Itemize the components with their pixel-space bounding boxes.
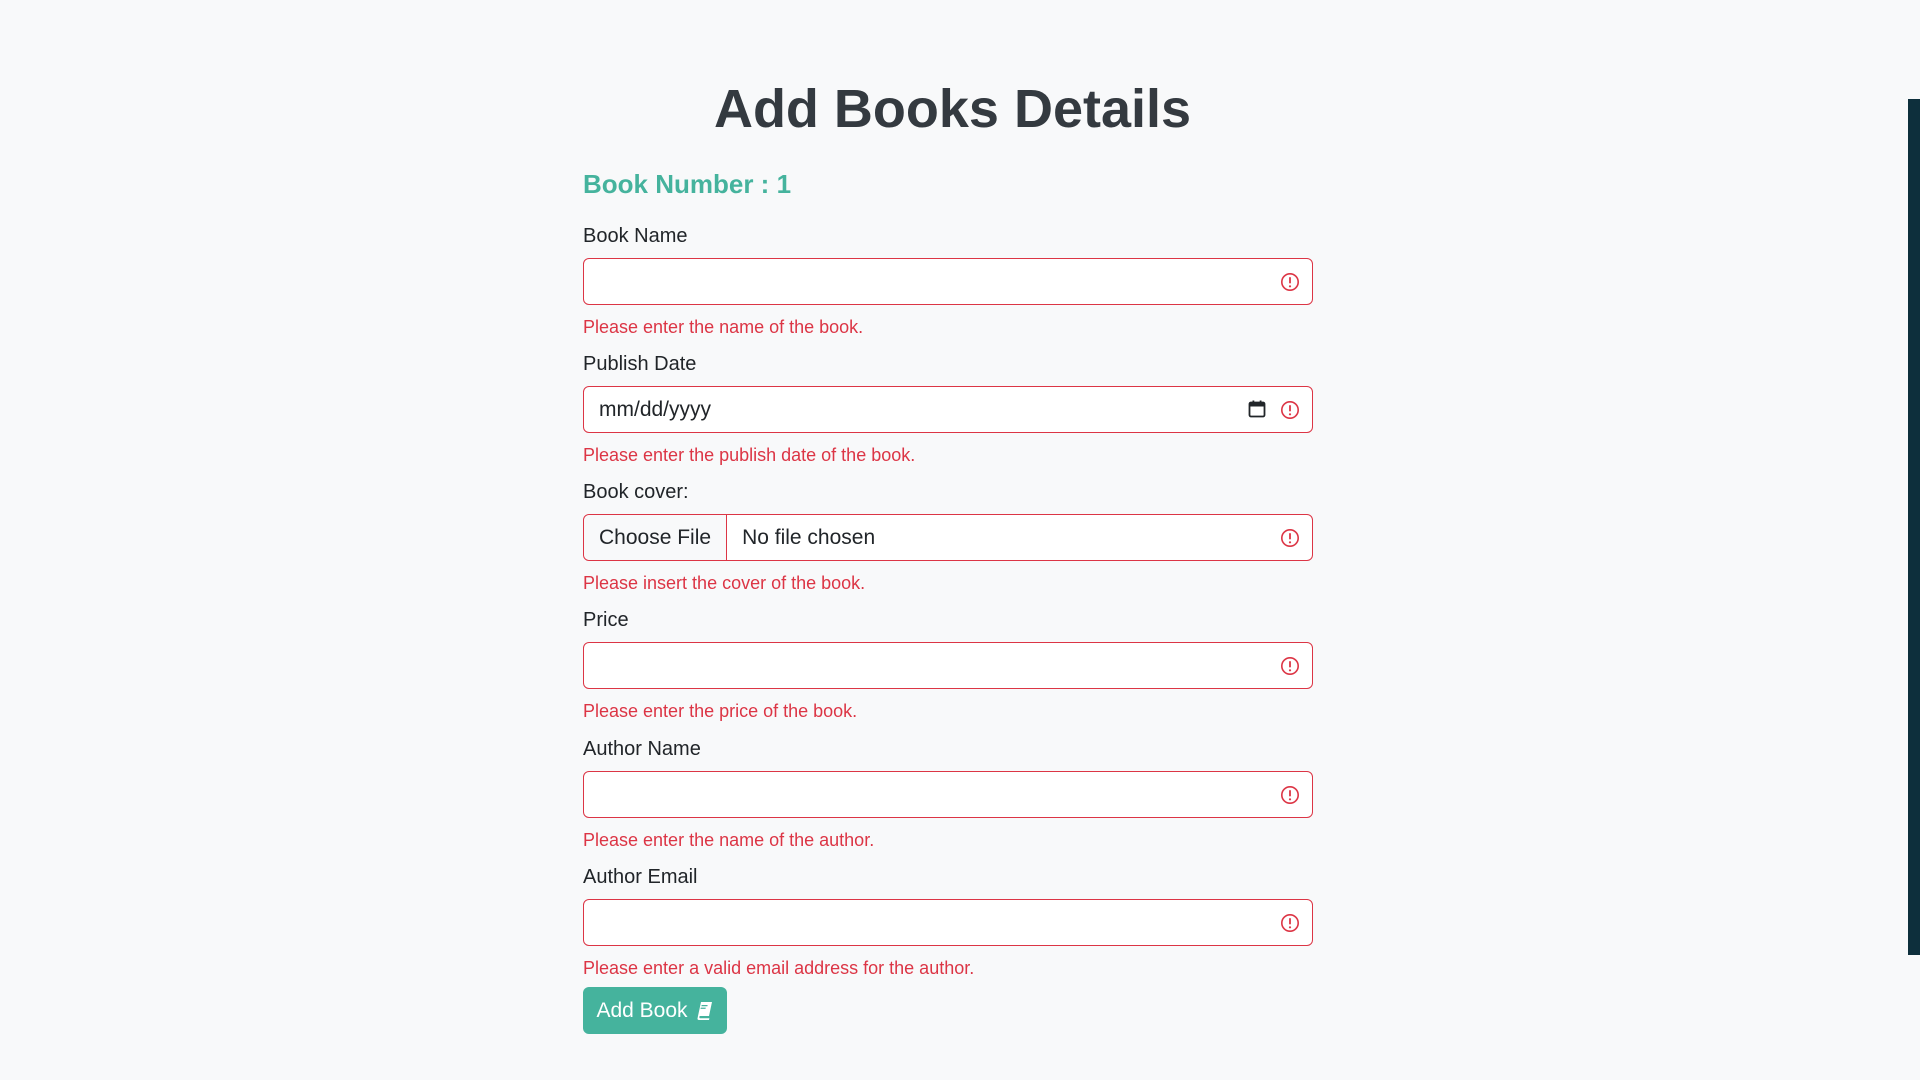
book-number-heading: Book Number : 1 (583, 169, 792, 199)
add-book-button[interactable]: Add Book (583, 987, 727, 1034)
author-email-label: Author Email (583, 866, 698, 888)
publish-date-feedback: Please enter the publish date of the boo… (583, 445, 916, 465)
publish-date-value: mm/dd/yyyy (599, 397, 712, 421)
exclamation-circle-icon (1281, 914, 1299, 932)
book-name-input[interactable] (583, 258, 1313, 305)
publish-date-field: Publish Date mm/dd/yyyy Please enter the… (583, 352, 1313, 465)
price-field: Price Please enter the price of the book… (583, 608, 1313, 721)
calendar-icon[interactable] (1248, 400, 1266, 418)
scrollbar[interactable] (1908, 99, 1920, 955)
price-input[interactable] (583, 642, 1313, 689)
choose-file-button[interactable]: Choose File (584, 515, 728, 560)
exclamation-circle-icon (1281, 273, 1299, 291)
author-email-feedback: Please enter a valid email address for t… (583, 958, 975, 978)
book-cover-feedback: Please insert the cover of the book. (583, 573, 866, 593)
publish-date-label: Publish Date (583, 353, 697, 375)
book-name-field: Book Name Please enter the name of the b… (583, 224, 1313, 337)
author-email-field: Author Email Please enter a valid email … (583, 865, 1313, 978)
exclamation-circle-icon (1281, 786, 1299, 804)
add-book-label: Add Book (596, 998, 688, 1022)
author-name-field: Author Name Please enter the name of the… (583, 737, 1313, 850)
price-label: Price (583, 609, 629, 631)
book-cover-label: Book cover: (583, 481, 689, 503)
book-name-label: Book Name (583, 225, 688, 247)
author-name-input[interactable] (583, 771, 1313, 818)
page: Add Books Details Book Number : 1 Book N… (0, 0, 1920, 1080)
book-cover-field: Book cover: Choose File No file chosen P… (583, 480, 1313, 593)
author-email-input[interactable] (583, 899, 1313, 946)
page-title: Add Books Details (713, 79, 1192, 139)
price-feedback: Please enter the price of the book. (583, 701, 858, 721)
author-name-feedback: Please enter the name of the author. (583, 830, 875, 850)
book-cover-file-input[interactable]: Choose File No file chosen (583, 514, 1313, 561)
author-name-label: Author Name (583, 738, 701, 760)
publish-date-input[interactable]: mm/dd/yyyy (583, 386, 1313, 433)
exclamation-circle-icon (1281, 529, 1299, 547)
exclamation-circle-icon (1281, 657, 1299, 675)
book-icon (697, 1001, 712, 1020)
exclamation-circle-icon (1281, 401, 1299, 419)
book-name-feedback: Please enter the name of the book. (583, 317, 864, 337)
file-status: No file chosen (742, 525, 876, 549)
